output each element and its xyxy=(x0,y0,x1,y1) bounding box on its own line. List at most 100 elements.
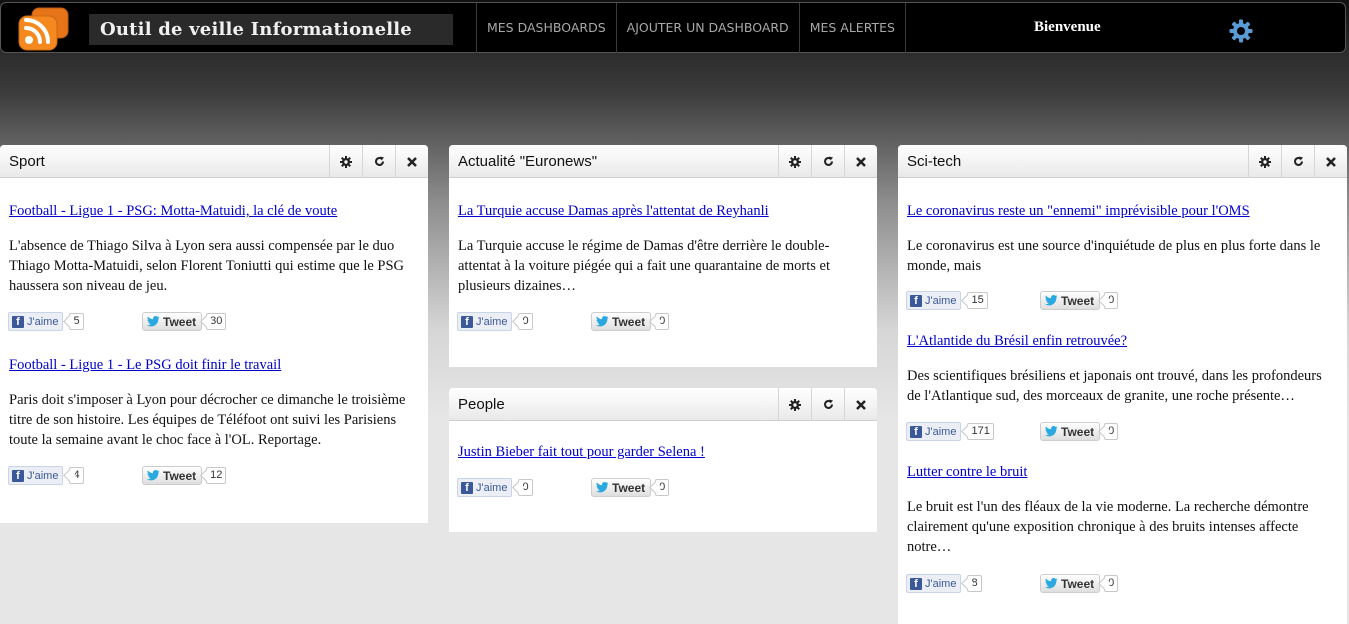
like-label: J'aime xyxy=(27,469,59,482)
refresh-icon xyxy=(1293,156,1303,166)
widget-close-button[interactable] xyxy=(844,145,877,178)
twitter-bird-icon xyxy=(1045,426,1058,437)
widget-people: People Justin Bieber fait tout pour gard… xyxy=(449,388,877,532)
close-icon xyxy=(407,156,417,167)
tweet-label: Tweet xyxy=(163,314,197,329)
widget-settings-button[interactable] xyxy=(778,388,811,421)
refresh-icon xyxy=(823,399,833,409)
article-link[interactable]: L'Atlantide du Brésil enfin retrouvée? xyxy=(907,333,1338,350)
article-summary: Le bruit est l'un des fléaux de la vie m… xyxy=(907,499,1309,555)
like-count: 5 xyxy=(69,313,84,330)
social-bar: f J'aime 8 Tweet 0 xyxy=(906,574,1338,594)
tweet-button[interactable]: Tweet 0 xyxy=(1040,574,1119,593)
widget-settings-button[interactable] xyxy=(1248,145,1281,178)
cog-icon xyxy=(789,398,801,411)
twitter-bird-icon xyxy=(147,316,160,327)
facebook-icon: f xyxy=(461,481,473,494)
social-bar: f J'aime 0 Tweet 0 xyxy=(457,478,868,498)
welcome-text: Bienvenue xyxy=(1034,19,1101,35)
nav-mes-dashboards[interactable]: MES DASHBOARDS xyxy=(476,3,616,53)
tweet-button[interactable]: Tweet 0 xyxy=(591,312,670,331)
close-icon xyxy=(856,156,866,167)
like-count: 4 xyxy=(69,467,84,484)
tweet-count: 0 xyxy=(1104,575,1119,592)
widget-settings-button[interactable] xyxy=(778,145,811,178)
like-count: 8 xyxy=(967,575,982,592)
widget-header: People xyxy=(449,388,877,421)
facebook-like-button[interactable]: f J'aime 0 xyxy=(457,478,533,497)
facebook-like-button[interactable]: f J'aime 15 xyxy=(906,291,988,310)
cog-icon xyxy=(340,155,352,168)
article-link[interactable]: Le coronavirus reste un "ennemi" imprévi… xyxy=(907,203,1338,220)
tweet-label: Tweet xyxy=(612,480,646,495)
article-link[interactable]: Lutter contre le bruit xyxy=(907,464,1338,481)
cog-icon xyxy=(789,155,801,168)
widget-header: Actualité "Euronews" xyxy=(449,145,877,178)
tweet-count: 0 xyxy=(1104,423,1119,440)
facebook-like-button[interactable]: f J'aime 0 xyxy=(457,312,533,331)
widget-close-button[interactable] xyxy=(395,145,428,178)
article-summary: L'absence de Thiago Silva à Lyon sera au… xyxy=(9,238,405,294)
tweet-button[interactable]: Tweet 0 xyxy=(591,478,670,497)
tweet-label: Tweet xyxy=(163,468,197,483)
nav-mes-alertes[interactable]: MES ALERTES xyxy=(798,3,906,53)
like-label: J'aime xyxy=(925,577,957,590)
top-navbar: Outil de veille Informationelle MES DASH… xyxy=(0,2,1346,53)
social-bar: f J'aime 15 Tweet 0 xyxy=(906,291,1338,311)
article-summary: Le coronavirus est une source d'inquiétu… xyxy=(907,238,1321,274)
tweet-label: Tweet xyxy=(1061,424,1095,439)
facebook-like-button[interactable]: f J'aime 5 xyxy=(8,312,84,331)
widget-title: Sci-tech xyxy=(907,153,962,170)
widget-refresh-button[interactable] xyxy=(1281,145,1314,178)
widget-header: Sci-tech xyxy=(898,145,1347,178)
gear-icon[interactable] xyxy=(1229,19,1253,43)
facebook-icon: f xyxy=(910,425,922,438)
social-bar: f J'aime 171 Tweet 0 xyxy=(906,422,1338,442)
facebook-icon: f xyxy=(910,577,922,590)
facebook-icon: f xyxy=(12,469,24,482)
tweet-label: Tweet xyxy=(1061,293,1095,308)
facebook-like-button[interactable]: f J'aime 4 xyxy=(8,466,84,485)
article-link[interactable]: Football - Ligue 1 - PSG: Motta-Matuidi,… xyxy=(9,203,419,220)
twitter-bird-icon xyxy=(596,482,609,493)
like-count: 171 xyxy=(967,423,994,440)
social-bar: f J'aime 5 Tweet 30 xyxy=(8,312,419,332)
widget-refresh-button[interactable] xyxy=(811,145,844,178)
twitter-bird-icon xyxy=(147,470,160,481)
widget-close-button[interactable] xyxy=(1314,145,1347,178)
widget-settings-button[interactable] xyxy=(329,145,362,178)
facebook-icon: f xyxy=(910,294,922,307)
close-icon xyxy=(1326,156,1336,167)
tweet-button[interactable]: Tweet 0 xyxy=(1040,422,1119,441)
tweet-label: Tweet xyxy=(1061,576,1095,591)
nav-ajouter-dashboard[interactable]: AJOUTER UN DASHBOARD xyxy=(615,3,799,53)
widget-refresh-button[interactable] xyxy=(362,145,395,178)
tweet-button[interactable]: Tweet 12 xyxy=(142,466,227,485)
tweet-button[interactable]: Tweet 0 xyxy=(1040,291,1119,310)
like-count: 0 xyxy=(518,479,533,496)
rss-logo-icon[interactable] xyxy=(18,6,70,52)
like-label: J'aime xyxy=(925,294,957,307)
article-summary: Paris doit s'imposer à Lyon pour décroch… xyxy=(9,392,406,448)
widget-euronews: Actualité "Euronews" La Turquie accuse D… xyxy=(449,145,877,367)
twitter-bird-icon xyxy=(1045,295,1058,306)
tweet-count: 0 xyxy=(655,313,670,330)
twitter-bird-icon xyxy=(1045,578,1058,589)
article-link[interactable]: La Turquie accuse Damas après l'attentat… xyxy=(458,203,868,220)
widget-close-button[interactable] xyxy=(844,388,877,421)
main-nav: MES DASHBOARDS AJOUTER UN DASHBOARD MES … xyxy=(476,3,906,53)
like-count: 0 xyxy=(518,313,533,330)
tweet-label: Tweet xyxy=(612,314,646,329)
facebook-like-button[interactable]: f J'aime 8 xyxy=(906,574,982,593)
tweet-count: 30 xyxy=(206,313,227,330)
facebook-like-button[interactable]: f J'aime 171 xyxy=(906,422,994,441)
tweet-button[interactable]: Tweet 30 xyxy=(142,312,227,331)
like-label: J'aime xyxy=(925,425,957,438)
article-link[interactable]: Justin Bieber fait tout pour garder Sele… xyxy=(458,444,868,461)
like-label: J'aime xyxy=(476,315,508,328)
facebook-icon: f xyxy=(12,315,24,328)
widget-refresh-button[interactable] xyxy=(811,388,844,421)
like-label: J'aime xyxy=(476,481,508,494)
article-link[interactable]: Football - Ligue 1 - Le PSG doit finir l… xyxy=(9,357,419,374)
facebook-icon: f xyxy=(461,315,473,328)
